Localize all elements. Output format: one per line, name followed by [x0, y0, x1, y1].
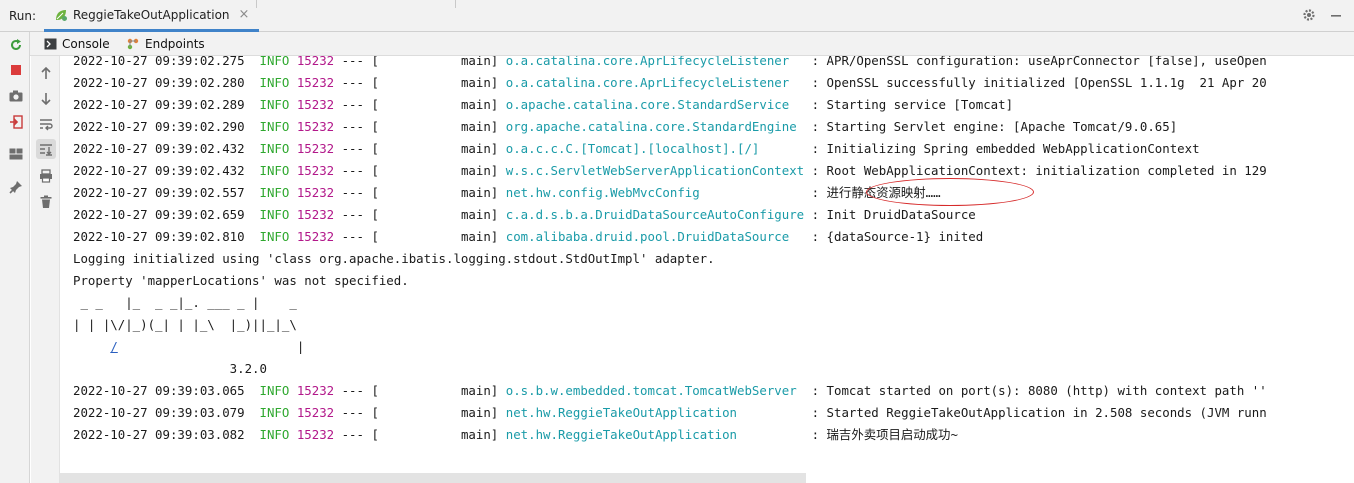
log-line: 2022-10-27 09:39:02.432 INFO 15232 --- […	[73, 141, 1200, 156]
minimize-icon[interactable]	[1330, 9, 1342, 21]
log-line: 2022-10-27 09:39:02.290 INFO 15232 --- […	[73, 119, 1178, 134]
console-icon	[44, 38, 57, 50]
tab-endpoints-label: Endpoints	[145, 37, 205, 51]
run-label: Run:	[9, 9, 37, 23]
log-line: 2022-10-27 09:39:02.280 INFO 15232 --- […	[73, 75, 1267, 90]
screenshot-icon[interactable]	[7, 87, 25, 105]
scroll-to-end-icon[interactable]	[36, 139, 56, 159]
plain-output-line: Property 'mapperLocations' was not speci…	[73, 273, 409, 288]
banner-link[interactable]: /	[110, 339, 117, 354]
console-tab-bar: Console Endpoints	[30, 32, 1354, 56]
down-arrow-icon[interactable]	[36, 88, 56, 108]
window-actions	[1302, 8, 1342, 22]
highlight-annotation	[866, 178, 1034, 206]
banner-line: / |	[110, 339, 305, 354]
trash-icon[interactable]	[36, 192, 56, 212]
tab-divider	[455, 0, 456, 8]
run-config-tab[interactable]: ReggieTakeOutApplication ×	[44, 0, 260, 32]
log-line: 2022-10-27 09:39:03.065 INFO 15232 --- […	[73, 383, 1267, 398]
log-line: 2022-10-27 09:39:02.275 INFO 15232 --- […	[73, 56, 1267, 68]
banner-version: 3.2.0	[73, 361, 267, 376]
tab-endpoints[interactable]: Endpoints	[126, 32, 205, 56]
endpoints-icon	[126, 38, 140, 50]
console-output[interactable]: 2022-10-27 09:39:02.275 INFO 15232 --- […	[60, 56, 1354, 483]
exit-icon[interactable]	[7, 113, 25, 131]
plain-output-line: Logging initialized using 'class org.apa…	[73, 251, 715, 266]
log-line: 2022-10-27 09:39:02.810 INFO 15232 --- […	[73, 229, 984, 244]
run-tool-window-header: Run: ReggieTakeOutApplication ×	[0, 0, 1354, 32]
banner-line: _ _ |_ _ _|_. ___ _ | _	[73, 295, 305, 310]
log-line: 2022-10-27 09:39:02.432 INFO 15232 --- […	[73, 163, 1267, 178]
rerun-icon[interactable]	[7, 36, 25, 54]
log-line: 2022-10-27 09:39:02.659 INFO 15232 --- […	[73, 207, 976, 222]
log-line: 2022-10-27 09:39:02.557 INFO 15232 --- […	[73, 185, 941, 200]
tab-console-label: Console	[62, 37, 110, 51]
up-arrow-icon[interactable]	[36, 63, 56, 83]
banner-line: | | |\/|_)(_| | |_\ |_)||_|_\	[73, 317, 305, 332]
stop-icon[interactable]	[7, 61, 25, 79]
pin-icon[interactable]	[7, 178, 25, 196]
run-config-tab-title: ReggieTakeOutApplication	[73, 7, 230, 22]
tab-console[interactable]: Console	[44, 32, 110, 56]
tab-divider	[256, 0, 257, 8]
log-line: 2022-10-27 09:39:03.082 INFO 15232 --- […	[73, 427, 958, 442]
print-icon[interactable]	[36, 166, 56, 186]
horizontal-scrollbar[interactable]	[60, 473, 806, 483]
layout-icon[interactable]	[7, 145, 25, 163]
log-line: 2022-10-27 09:39:02.289 INFO 15232 --- […	[73, 97, 1014, 112]
settings-icon[interactable]	[1302, 8, 1316, 22]
console-toolbar	[31, 56, 60, 483]
log-line: 2022-10-27 09:39:03.079 INFO 15232 --- […	[73, 405, 1267, 420]
spring-leaf-icon	[54, 8, 68, 22]
close-tab-icon[interactable]: ×	[239, 7, 250, 22]
soft-wrap-icon[interactable]	[36, 114, 56, 134]
run-toolbar	[0, 32, 30, 483]
